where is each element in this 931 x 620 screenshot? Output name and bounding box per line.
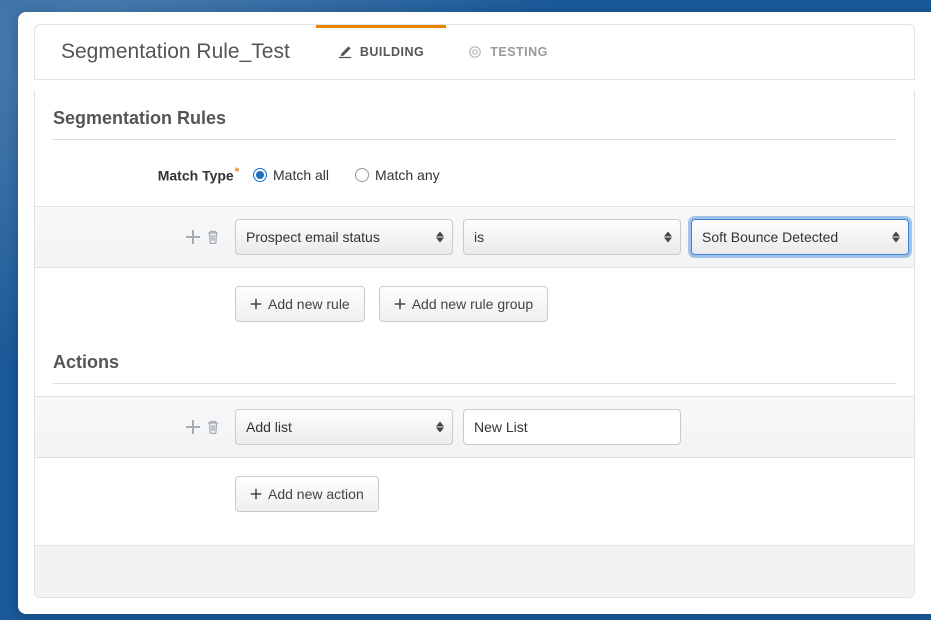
- add-action-label: Add new action: [268, 486, 364, 502]
- section-title-rules: Segmentation Rules: [35, 106, 914, 139]
- radio-match-all[interactable]: Match all: [253, 167, 329, 183]
- add-new-rule-group-button[interactable]: Add new rule group: [379, 286, 548, 322]
- select-caret-icon: [892, 231, 900, 242]
- action-buttons-row: Add new action: [35, 458, 914, 540]
- target-icon: [468, 45, 482, 59]
- action-controls: Add list New List: [235, 409, 914, 445]
- trash-icon[interactable]: [205, 229, 221, 245]
- tab-bar: Segmentation Rule_Test BUILDING TESTING: [34, 24, 915, 80]
- rule-value-select[interactable]: Soft Bounce Detected: [691, 219, 909, 255]
- add-rule-group-label: Add new rule group: [412, 296, 533, 312]
- tab-testing[interactable]: TESTING: [446, 25, 570, 79]
- tab-building[interactable]: BUILDING: [316, 25, 446, 79]
- tabs-container: Segmentation Rule_Test BUILDING TESTING: [18, 12, 931, 80]
- action-type-select[interactable]: Add list: [235, 409, 453, 445]
- rule-controls: Prospect email status is Soft Bounce Det…: [235, 219, 929, 255]
- rule-value-text: Soft Bounce Detected: [702, 229, 838, 245]
- match-type-radio-group: Match all Match any: [253, 167, 440, 183]
- panel-inner: Segmentation Rules Match Type* Match all: [35, 90, 914, 540]
- radio-match-any[interactable]: Match any: [355, 167, 440, 183]
- spacer: [35, 384, 914, 396]
- required-star: *: [235, 166, 239, 178]
- app-window: Segmentation Rule_Test BUILDING TESTING …: [18, 12, 931, 614]
- plus-icon: [250, 488, 262, 500]
- page-title: Segmentation Rule_Test: [35, 25, 316, 79]
- pencil-square-icon: [338, 45, 352, 59]
- rule-row: Prospect email status is Soft Bounce Det…: [35, 206, 914, 268]
- rule-operator-value: is: [474, 229, 484, 245]
- action-row: Add list New List: [35, 396, 914, 458]
- rule-operator-select[interactable]: is: [463, 219, 681, 255]
- add-new-action-button[interactable]: Add new action: [235, 476, 379, 512]
- action-row-handles: [35, 419, 235, 435]
- section-title-actions: Actions: [35, 350, 914, 383]
- rule-buttons-row: Add new rule Add new rule group: [35, 268, 914, 350]
- match-type-label: Match Type: [158, 168, 234, 184]
- plus-icon: [394, 298, 406, 310]
- plus-icon[interactable]: [185, 419, 201, 435]
- radio-icon: [355, 168, 369, 182]
- add-new-rule-button[interactable]: Add new rule: [235, 286, 365, 322]
- panel-footer: [35, 545, 914, 597]
- select-caret-icon: [436, 231, 444, 242]
- rule-field-value: Prospect email status: [246, 229, 380, 245]
- tab-testing-label: TESTING: [490, 45, 548, 59]
- plus-icon[interactable]: [185, 229, 201, 245]
- radio-label-all: Match all: [273, 167, 329, 183]
- panel-wrap: Segmentation Rules Match Type* Match all: [18, 80, 931, 614]
- panel: Segmentation Rules Match Type* Match all: [34, 90, 915, 598]
- radio-label-any: Match any: [375, 167, 440, 183]
- plus-icon: [250, 298, 262, 310]
- match-type-label-cell: Match Type*: [53, 166, 253, 184]
- action-target-value: New List: [474, 419, 528, 435]
- page-title-text: Segmentation Rule_Test: [61, 40, 290, 64]
- match-type-row: Match Type* Match all Match any: [35, 140, 914, 206]
- rule-field-select[interactable]: Prospect email status: [235, 219, 453, 255]
- tab-building-label: BUILDING: [360, 45, 424, 59]
- radio-icon: [253, 168, 267, 182]
- select-caret-icon: [664, 231, 672, 242]
- select-caret-icon: [436, 421, 444, 432]
- trash-icon[interactable]: [205, 419, 221, 435]
- action-type-value: Add list: [246, 419, 292, 435]
- action-target-input[interactable]: New List: [463, 409, 681, 445]
- rule-row-handles: [35, 229, 235, 245]
- add-rule-label: Add new rule: [268, 296, 350, 312]
